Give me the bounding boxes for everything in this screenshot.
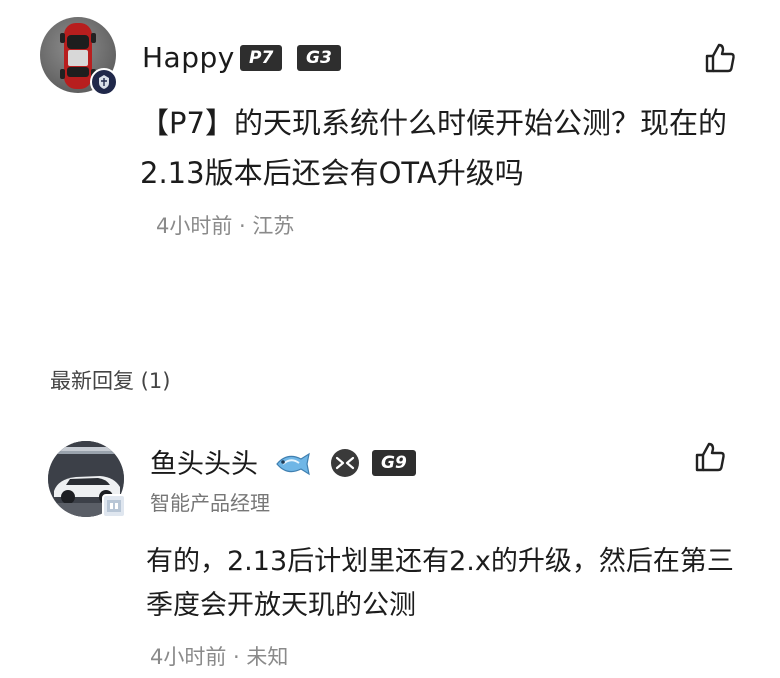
reply-text: 有的，2.13后计划里还有2.x的升级，然后在第三季度会开放天玑的公测 [146, 546, 734, 621]
vehicle-badge-g9: G9 [372, 450, 416, 476]
reply-username[interactable]: 鱼头头头 [150, 446, 258, 484]
replies-header: 最新回复 (1) [50, 369, 171, 393]
reply-meta: 4小时前 · 未知 [150, 645, 289, 669]
comment-text: 【P7】的天玑系统什么时候开始公测？现在的2.13版本后还会有OTA升级吗 [140, 106, 727, 190]
vehicle-badge-g3: G3 [297, 45, 341, 71]
comment-meta: 4小时前 · 江苏 [156, 214, 295, 238]
thumbs-up-icon [695, 442, 725, 472]
username[interactable]: Happy [142, 38, 235, 78]
reply-role: 智能产品经理 [150, 491, 270, 515]
reply-like-button[interactable] [693, 440, 727, 474]
vehicle-badge-p7: P7 [240, 45, 283, 71]
verified-badge-icon [102, 494, 126, 518]
xpeng-logo-icon [331, 449, 359, 477]
crest-badge-icon [90, 68, 118, 96]
like-button[interactable] [703, 41, 737, 75]
thumbs-up-icon [705, 43, 735, 73]
fish-icon [273, 449, 313, 479]
